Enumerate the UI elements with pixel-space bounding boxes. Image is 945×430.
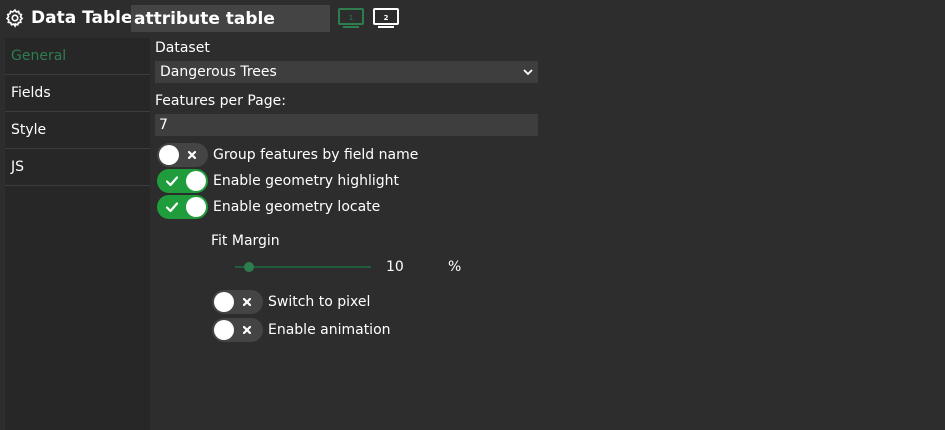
sidebar-item-label: Style <box>11 122 47 138</box>
table-name-input[interactable] <box>131 5 330 32</box>
close-icon <box>187 150 197 160</box>
gear-icon[interactable] <box>5 8 25 28</box>
toggle-row-geometry-locate: Enable geometry locate <box>157 195 380 219</box>
toggle-row-enable-animation: Enable animation <box>212 318 391 342</box>
fit-margin-slider-thumb[interactable] <box>243 262 254 272</box>
toggle-knob <box>186 197 206 217</box>
header: Data Table 1 2 <box>0 0 945 38</box>
screen-1-button[interactable]: 1 <box>338 8 364 29</box>
screen-2-label: 2 <box>384 14 389 22</box>
check-icon <box>165 176 179 187</box>
features-per-page-value: 7 <box>159 117 168 133</box>
sidebar-item-fields[interactable]: Fields <box>5 75 150 112</box>
sidebar-item-general[interactable]: General <box>5 38 150 75</box>
features-per-page-label: Features per Page: <box>155 93 286 109</box>
toggle-row-switch-to-pixel: Switch to pixel <box>212 290 370 314</box>
fit-margin-slider-track[interactable] <box>235 266 371 268</box>
close-icon <box>242 297 252 307</box>
enable-animation-toggle[interactable] <box>212 318 263 342</box>
features-per-page-input[interactable]: 7 <box>155 114 538 136</box>
general-panel: Dataset Dangerous Trees Features per Pag… <box>155 38 945 430</box>
screen-2-button[interactable]: 2 <box>373 8 399 29</box>
fit-margin-value: 10 <box>386 259 404 275</box>
toggle-row-geometry-highlight: Enable geometry highlight <box>157 169 399 193</box>
toggle-label: Enable geometry highlight <box>213 173 399 189</box>
toggle-knob <box>186 171 206 191</box>
toggle-knob <box>214 320 234 340</box>
dataset-label: Dataset <box>155 40 210 56</box>
sidebar-item-js[interactable]: JS <box>5 149 150 186</box>
toggle-row-group-by-field: Group features by field name <box>157 143 418 167</box>
toggle-knob <box>159 145 179 165</box>
page-title: Data Table <box>31 8 133 28</box>
toggle-label: Enable animation <box>268 322 391 338</box>
fit-margin-unit: % <box>448 259 462 275</box>
sidebar-item-label: Fields <box>11 85 51 101</box>
group-by-field-toggle[interactable] <box>157 143 208 167</box>
switch-to-pixel-toggle[interactable] <box>212 290 263 314</box>
sidebar-item-style[interactable]: Style <box>5 112 150 149</box>
fit-margin-label: Fit Margin <box>211 233 280 249</box>
check-icon <box>165 202 179 213</box>
sidebar: General Fields Style JS <box>5 38 150 430</box>
close-icon <box>242 325 252 335</box>
toggle-label: Group features by field name <box>213 147 419 163</box>
sidebar-item-label: JS <box>11 159 25 175</box>
geometry-locate-toggle[interactable] <box>157 195 208 219</box>
toggle-label: Enable geometry locate <box>213 199 381 215</box>
toggle-label: Switch to pixel <box>268 294 371 310</box>
screen-1-label: 1 <box>349 14 353 22</box>
geometry-highlight-toggle[interactable] <box>157 169 208 193</box>
dataset-select[interactable]: Dangerous Trees <box>155 61 538 83</box>
chevron-down-icon <box>523 69 533 76</box>
dataset-value: Dangerous Trees <box>160 64 277 80</box>
toggle-knob <box>214 292 234 312</box>
sidebar-item-label: General <box>11 48 67 64</box>
